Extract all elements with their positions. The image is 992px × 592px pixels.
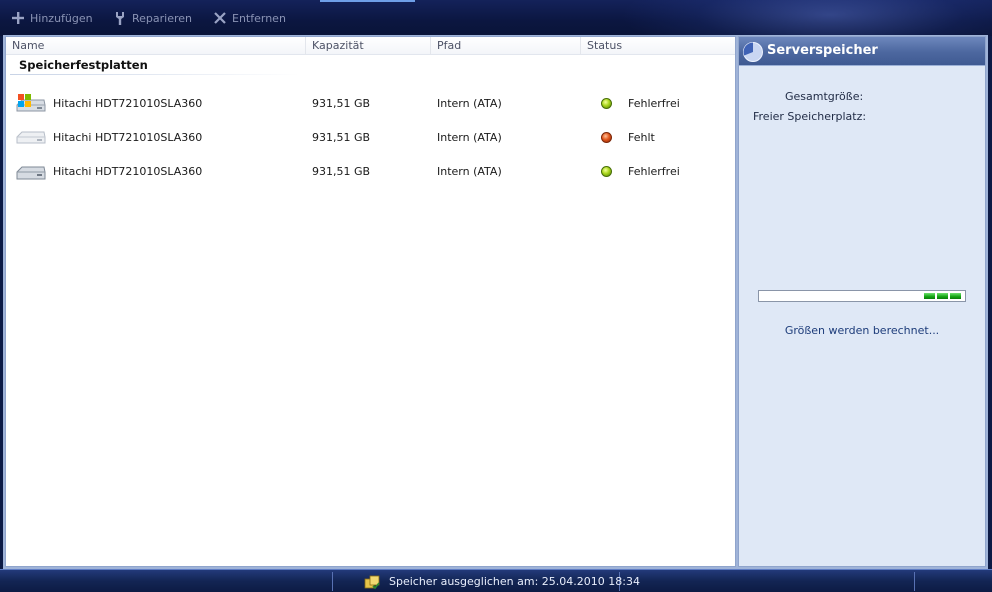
computing-text: Größen werden berechnet... (784, 324, 940, 337)
toolbar: Hinzufügen Reparieren Entfernen (0, 0, 992, 36)
group-title: Speicherfestplatten (19, 58, 148, 72)
pie-chart-icon (742, 41, 764, 63)
progress-segment (950, 293, 961, 299)
status-text: Speicher ausgeglichen am: 25.04.2010 18:… (389, 575, 640, 588)
repair-label: Reparieren (132, 11, 193, 25)
side-title: Serverspeicher (767, 43, 878, 58)
status-bar: Speicher ausgeglichen am: 25.04.2010 18:… (0, 569, 992, 592)
disk-name: Hitachi HDT721010SLA360 (53, 165, 203, 178)
column-header: Name Kapazität Pfad Status (6, 37, 735, 55)
group-divider (10, 74, 300, 75)
close-icon (213, 11, 227, 25)
disk-path: Intern (ATA) (437, 131, 502, 144)
balanced-storage-icon (364, 574, 380, 590)
missing-disk-icon (14, 127, 48, 149)
free-space-label: Freier Speicherplatz: (753, 110, 867, 123)
disk-status: Fehlt (628, 131, 655, 144)
disk-status: Fehlerfrei (628, 97, 680, 110)
total-size-label: Gesamtgröße: (785, 90, 864, 103)
disk-name: Hitachi HDT721010SLA360 (53, 131, 203, 144)
table-row[interactable]: Hitachi HDT721010SLA360 931,51 GB Intern… (6, 159, 735, 185)
status-separator (332, 572, 333, 591)
status-ok-icon (601, 98, 612, 109)
server-storage-panel: Serverspeicher Gesamtgröße: Freier Speic… (738, 36, 986, 567)
disk-icon (14, 161, 48, 183)
remove-button[interactable]: Entfernen (213, 9, 286, 27)
progress-segment (924, 293, 935, 299)
remove-label: Entfernen (232, 11, 286, 25)
column-status[interactable]: Status (581, 37, 735, 55)
add-label: Hinzufügen (30, 11, 93, 25)
disk-path: Intern (ATA) (437, 97, 502, 110)
wrench-icon (113, 11, 127, 25)
disk-capacity: 931,51 GB (312, 97, 371, 110)
disk-status: Fehlerfrei (628, 165, 680, 178)
disk-capacity: 931,51 GB (312, 165, 371, 178)
status-separator (914, 572, 915, 591)
progress-segment (937, 293, 948, 299)
progress-bar (758, 290, 966, 302)
disk-list-panel: Name Kapazität Pfad Status Speicherfestp… (5, 36, 736, 567)
column-capacity[interactable]: Kapazität (306, 37, 431, 55)
column-name[interactable]: Name (6, 37, 306, 55)
system-disk-icon (14, 93, 48, 115)
side-header: Serverspeicher (739, 37, 985, 66)
add-button[interactable]: Hinzufügen (11, 9, 93, 27)
table-row[interactable]: Hitachi HDT721010SLA360 931,51 GB Intern… (6, 91, 735, 117)
status-ok-icon (601, 166, 612, 177)
plus-icon (11, 11, 25, 25)
status-error-icon (601, 132, 612, 143)
disk-path: Intern (ATA) (437, 165, 502, 178)
column-path[interactable]: Pfad (431, 37, 581, 55)
table-row[interactable]: Hitachi HDT721010SLA360 931,51 GB Intern… (6, 125, 735, 151)
repair-button[interactable]: Reparieren (113, 9, 192, 27)
disk-capacity: 931,51 GB (312, 131, 371, 144)
disk-name: Hitachi HDT721010SLA360 (53, 97, 203, 110)
